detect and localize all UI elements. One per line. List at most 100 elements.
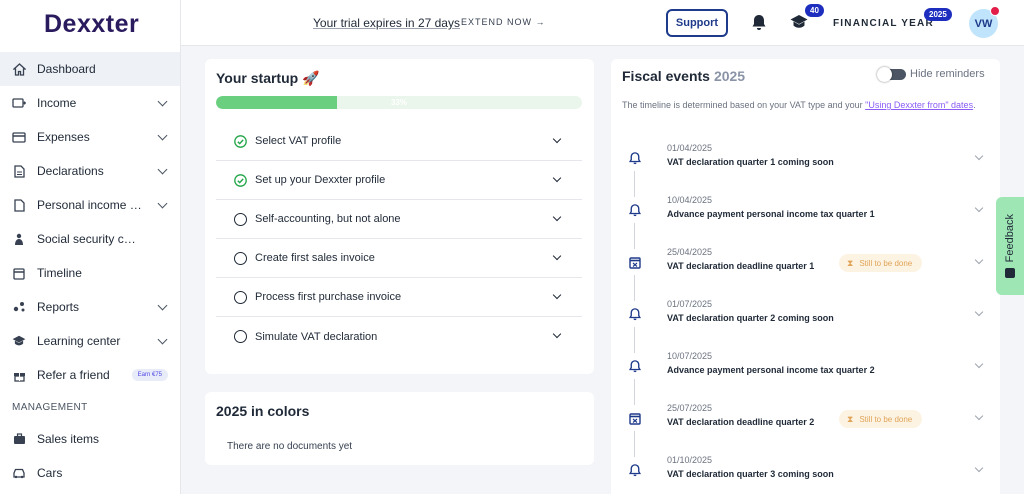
fiscal-event[interactable]: 10/04/2025 Advance payment personal incom… <box>611 190 1000 249</box>
person-icon <box>12 232 26 246</box>
sidebar-item-label: Learning center <box>37 334 121 348</box>
support-button[interactable]: Support <box>666 9 728 37</box>
sidebar-item-dashboard[interactable]: Dashboard <box>0 52 180 86</box>
step-label: Set up your Dexxter profile <box>255 174 386 186</box>
sidebar-item-declarations[interactable]: Declarations <box>0 154 180 188</box>
avatar-notification-dot <box>990 6 1000 16</box>
status-badge: ⧗ Still to be done <box>839 254 923 272</box>
startup-steps: Select VAT profile Set up your Dexxter pr… <box>216 122 582 356</box>
sidebar-item-cars[interactable]: Cars <box>0 456 180 490</box>
calendar-deadline-icon <box>629 256 641 269</box>
hide-reminders-label[interactable]: Hide reminders <box>910 68 985 80</box>
fiscal-title-text: Fiscal events <box>622 68 710 84</box>
chevron-down-icon <box>552 329 562 339</box>
hide-reminders-toggle[interactable] <box>877 67 906 82</box>
sidebar-item-income[interactable]: Income <box>0 86 180 120</box>
chevron-down-icon <box>974 255 984 265</box>
feedback-label: Feedback <box>1004 213 1016 263</box>
chevron-down-icon <box>552 251 562 261</box>
document-icon <box>12 164 26 178</box>
event-date: 01/10/2025 <box>667 455 713 465</box>
fiscal-event[interactable]: 10/07/2025 Advance payment personal incom… <box>611 346 1000 405</box>
chevron-down-icon <box>974 359 984 369</box>
startup-progress-bar: 33% <box>216 96 582 109</box>
fiscal-year-label[interactable]: FINANCIAL YEAR <box>833 18 934 29</box>
sidebar-item-label: Timeline <box>37 266 82 280</box>
chevron-down-icon <box>552 173 562 183</box>
sidebar-item-reports[interactable]: Reports <box>0 290 180 324</box>
fiscal-year-badge[interactable]: 2025 <box>924 8 952 21</box>
file-icon <box>12 198 26 212</box>
learning-cap-icon[interactable] <box>790 14 808 35</box>
sidebar-item-expenses[interactable]: Expenses <box>0 120 180 154</box>
bell-icon <box>628 152 642 165</box>
event-date: 25/07/2025 <box>667 403 713 413</box>
fiscal-events-card: Fiscal events 2025 Hide reminders The tim… <box>611 59 1000 494</box>
sidebar-item-label: Dashboard <box>37 62 96 76</box>
chevron-down-icon <box>974 151 984 161</box>
empty-circle-icon <box>234 251 247 265</box>
startup-step[interactable]: Process first purchase invoice <box>216 278 582 317</box>
sidebar-item-label: Refer a friend <box>37 368 110 382</box>
sidebar-item-refer-a-friend[interactable]: Refer a friend Earn €75 <box>0 358 180 392</box>
fiscal-event[interactable]: 01/07/2025 VAT declaration quarter 2 comi… <box>611 294 1000 353</box>
extend-now-link[interactable]: EXTEND NOW → <box>461 17 546 27</box>
chevron-down-icon <box>157 164 168 175</box>
startup-step[interactable]: Set up your Dexxter profile <box>216 161 582 200</box>
event-date: 01/04/2025 <box>667 143 713 153</box>
app-logo[interactable]: Dexxter <box>44 10 139 39</box>
chevron-down-icon <box>974 203 984 213</box>
event-date: 01/07/2025 <box>667 299 713 309</box>
learning-count-badge: 40 <box>805 4 824 17</box>
chevron-down-icon <box>974 463 984 473</box>
calendar-icon <box>12 266 26 280</box>
event-title: VAT declaration deadline quarter 2 <box>667 417 815 427</box>
notifications-bell-icon[interactable] <box>751 14 767 36</box>
fiscal-event[interactable]: 01/04/2025 VAT declaration quarter 1 comi… <box>611 138 1000 197</box>
sidebar-nav: Dashboard Income Expenses Declarations Perso… <box>0 52 180 490</box>
top-header: Your trial expires in 27 days EXTEND NOW… <box>181 0 1024 46</box>
event-date: 10/07/2025 <box>667 351 713 361</box>
startup-card: Your startup 🚀 33% Select VAT profile Set… <box>205 59 594 374</box>
bell-icon <box>628 204 642 217</box>
event-date: 10/04/2025 <box>667 195 713 205</box>
feedback-icon <box>1005 268 1015 279</box>
bell-icon <box>628 308 642 321</box>
briefcase-icon <box>12 432 26 446</box>
event-title: Advance payment personal income tax quar… <box>667 209 875 219</box>
startup-title: Your startup 🚀 <box>216 70 320 86</box>
fiscal-events-list: 01/04/2025 VAT declaration quarter 1 comi… <box>611 138 1000 494</box>
startup-step[interactable]: Select VAT profile <box>216 122 582 161</box>
sidebar-item-label: Cars <box>37 466 63 480</box>
status-label: Still to be done <box>859 258 913 268</box>
startup-step[interactable]: Create first sales invoice <box>216 239 582 278</box>
event-title: VAT declaration deadline quarter 1 <box>667 261 815 271</box>
empty-circle-icon <box>234 330 247 343</box>
empty-circle-icon <box>234 212 247 226</box>
sidebar-item-learning-center[interactable]: Learning center <box>0 324 180 358</box>
hourglass-icon: ⧗ <box>847 413 854 424</box>
sidebar: Dexxter Dashboard Income Expenses Declarati… <box>0 0 181 494</box>
sidebar-item-timeline[interactable]: Timeline <box>0 256 180 290</box>
sidebar-item-sales-items[interactable]: Sales items <box>0 422 180 456</box>
earn-badge: Earn €75 <box>131 369 168 381</box>
fiscal-note-text: The timeline is determined based on your… <box>622 100 866 110</box>
trial-notice[interactable]: Your trial expires in 27 days <box>313 16 460 30</box>
graduation-cap-icon <box>12 334 26 348</box>
startup-step[interactable]: Simulate VAT declaration <box>216 317 582 356</box>
chart-icon <box>12 300 26 314</box>
sidebar-item-label: Reports <box>37 300 80 314</box>
sidebar-item-social-security-contrib[interactable]: Social security contrib... <box>0 222 180 256</box>
startup-step[interactable]: Self-accounting, but not alone <box>216 200 582 239</box>
sidebar-item-personal-income-t[interactable]: Personal income t... <box>0 188 180 222</box>
fiscal-event[interactable]: 25/07/2025 VAT declaration deadline quart… <box>611 398 1000 457</box>
card-icon <box>12 130 26 144</box>
sidebar-item-label: Sales items <box>37 432 100 446</box>
fiscal-event[interactable]: 01/10/2025 VAT declaration quarter 3 comi… <box>611 450 1000 494</box>
chevron-down-icon <box>552 134 562 144</box>
fiscal-year: 2025 <box>713 68 746 84</box>
toggle-knob <box>877 67 892 82</box>
fiscal-event[interactable]: 25/04/2025 VAT declaration deadline quart… <box>611 242 1000 301</box>
feedback-tab[interactable]: Feedback <box>996 197 1024 295</box>
using-dexxter-from-link[interactable]: "Using Dexxter from" dates <box>865 100 973 110</box>
